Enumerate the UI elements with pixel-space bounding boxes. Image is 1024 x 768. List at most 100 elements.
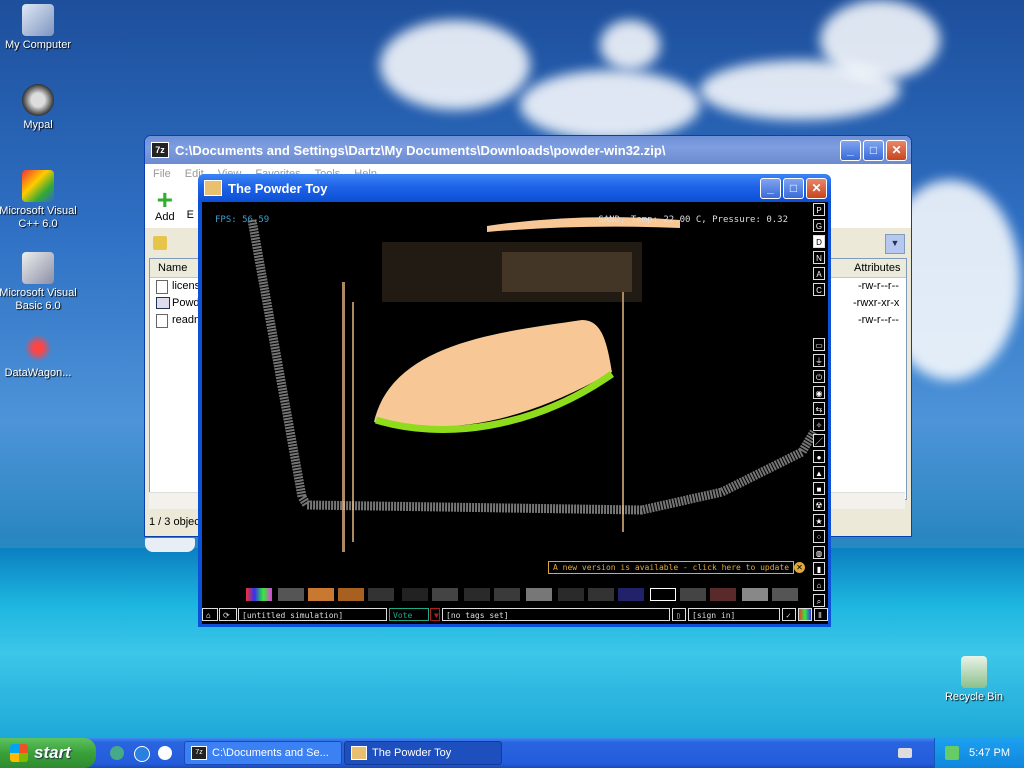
menu-file[interactable]: File bbox=[153, 168, 171, 180]
sevenzip-titlebar[interactable]: 7z C:\Documents and Settings\Dartz\My Do… bbox=[145, 136, 911, 164]
windows-flag-icon bbox=[10, 744, 28, 762]
up-folder-icon[interactable] bbox=[153, 236, 167, 250]
desktop-icon-datawagon[interactable]: DataWagon... bbox=[0, 332, 80, 380]
vote-down-icon[interactable]: ▼ bbox=[430, 608, 440, 621]
side-button-n[interactable]: N bbox=[813, 251, 825, 264]
category-life-icon[interactable]: ◍ bbox=[813, 546, 825, 559]
add-label: Add bbox=[155, 211, 175, 223]
sand-pile bbox=[374, 320, 612, 427]
extract-button-partial[interactable]: E bbox=[187, 209, 194, 221]
tool-swatch[interactable] bbox=[526, 588, 552, 601]
simulation-canvas[interactable]: FPS: 56.59 SAND, Temp: 22.00 C, Pressure… bbox=[202, 202, 828, 624]
reload-icon[interactable]: ⟳ bbox=[219, 608, 237, 621]
desktop-icon-recycle-bin[interactable]: Recycle Bin bbox=[932, 656, 1016, 704]
category-tools-icon[interactable]: ▮ bbox=[813, 562, 825, 575]
close-button[interactable]: ✕ bbox=[806, 177, 827, 199]
desktop-icon-label: DataWagon... bbox=[4, 367, 72, 379]
quicklaunch-icon[interactable] bbox=[110, 746, 124, 760]
minimize-button[interactable]: _ bbox=[760, 177, 781, 199]
tool-swatch[interactable] bbox=[278, 588, 304, 601]
task-label: The Powder Toy bbox=[372, 747, 452, 759]
category-radioactive-icon[interactable]: ☢ bbox=[813, 498, 825, 511]
mypal-icon bbox=[22, 84, 54, 116]
keyboard-icon[interactable] bbox=[898, 748, 912, 758]
side-button-p[interactable]: P bbox=[813, 203, 825, 216]
category-walls-icon[interactable]: ▭ bbox=[813, 338, 825, 351]
powder-toy-titlebar[interactable]: The Powder Toy _ □ ✕ bbox=[198, 174, 831, 202]
tool-swatch[interactable] bbox=[246, 588, 272, 601]
report-icon[interactable]: ▯ bbox=[672, 608, 686, 621]
vote-up-button[interactable]: Vote bbox=[389, 608, 429, 621]
side-button-a[interactable]: A bbox=[813, 267, 825, 280]
taskbar-item-powder-toy[interactable]: The Powder Toy bbox=[344, 741, 502, 765]
tool-swatch[interactable] bbox=[588, 588, 614, 601]
desktop-icon-visual-basic[interactable]: Microsoft Visual Basic 6.0 bbox=[0, 252, 80, 313]
tool-swatch[interactable] bbox=[464, 588, 490, 601]
desktop-icon-label: Microsoft Visual C++ 6.0 bbox=[0, 205, 77, 230]
tool-swatch[interactable] bbox=[432, 588, 458, 601]
category-explosives-icon[interactable]: ✧ bbox=[813, 418, 825, 431]
clock[interactable]: 5:47 PM bbox=[969, 747, 1010, 759]
open-icon[interactable]: ⌂ bbox=[202, 608, 218, 621]
tool-swatch[interactable] bbox=[368, 588, 394, 601]
tool-swatch[interactable] bbox=[402, 588, 428, 601]
address-dropdown[interactable]: ▼ bbox=[885, 234, 905, 254]
update-notice[interactable]: A new version is available - click here … bbox=[548, 561, 795, 574]
tags-field[interactable]: [no tags set] bbox=[442, 608, 670, 621]
minimize-button[interactable]: _ bbox=[840, 139, 861, 161]
category-favorites-icon[interactable]: ⌂ bbox=[813, 578, 825, 591]
tool-swatch[interactable] bbox=[494, 588, 520, 601]
7z-icon: 7z bbox=[191, 746, 207, 760]
category-electronics-icon[interactable]: ⏚ bbox=[813, 354, 825, 367]
category-powders-icon[interactable]: ▲ bbox=[813, 466, 825, 479]
tool-swatch[interactable] bbox=[680, 588, 706, 601]
fps-counter: FPS: 56.59 bbox=[215, 215, 270, 225]
category-liquids-icon[interactable]: ● bbox=[813, 450, 825, 463]
powder-toy-window[interactable]: The Powder Toy _ □ ✕ FPS: 56.59 SAND, Te… bbox=[198, 174, 831, 627]
tool-swatch[interactable] bbox=[710, 588, 736, 601]
maximize-button[interactable]: □ bbox=[863, 139, 884, 161]
desktop-icon-mypal[interactable]: Mypal bbox=[0, 84, 80, 132]
side-button-d[interactable]: D bbox=[813, 235, 825, 248]
desktop-icon-label: Recycle Bin bbox=[944, 691, 1004, 703]
close-button[interactable]: ✕ bbox=[886, 139, 907, 161]
column-attributes[interactable]: Attributes bbox=[854, 262, 900, 274]
tool-swatch[interactable] bbox=[558, 588, 584, 601]
desktop-icon-label: Microsoft Visual Basic 6.0 bbox=[0, 287, 77, 312]
internet-explorer-icon[interactable] bbox=[134, 746, 150, 762]
tool-swatch[interactable] bbox=[338, 588, 364, 601]
visual-basic-icon bbox=[22, 252, 54, 284]
taskbar-item-7zip[interactable]: 7z C:\Documents and Se... bbox=[184, 741, 342, 765]
simulation-name[interactable]: [untitled simulation] bbox=[238, 608, 387, 621]
taskbar: start 7z C:\Documents and Se... The Powd… bbox=[0, 738, 1024, 768]
desktop-icon-visual-cpp[interactable]: Microsoft Visual C++ 6.0 bbox=[0, 170, 80, 231]
side-button-c[interactable]: C bbox=[813, 283, 825, 296]
render-options-icon[interactable] bbox=[798, 608, 812, 621]
category-special-icon[interactable]: ★ bbox=[813, 514, 825, 527]
side-button-g[interactable]: G bbox=[813, 219, 825, 232]
category-particles-icon[interactable]: ⁘ bbox=[813, 530, 825, 543]
pause-icon[interactable]: Ⅱ bbox=[814, 608, 828, 621]
maximize-button[interactable]: □ bbox=[783, 177, 804, 199]
category-force-icon[interactable]: ⇆ bbox=[813, 402, 825, 415]
tool-swatch[interactable] bbox=[308, 588, 334, 601]
category-gases-icon[interactable]: ／ bbox=[813, 434, 825, 447]
media-player-icon[interactable] bbox=[158, 746, 172, 760]
desktop-icon-label: Mypal bbox=[23, 119, 53, 131]
tool-swatch[interactable] bbox=[742, 588, 768, 601]
dismiss-notice-icon[interactable]: ✕ bbox=[794, 562, 805, 573]
add-button[interactable]: + Add bbox=[155, 186, 175, 224]
category-powered-icon[interactable]: ⏻ bbox=[813, 370, 825, 383]
category-sensors-icon[interactable]: ◉ bbox=[813, 386, 825, 399]
tool-swatch[interactable] bbox=[772, 588, 798, 601]
category-solids-icon[interactable]: ■ bbox=[813, 482, 825, 495]
start-button[interactable]: start bbox=[0, 738, 96, 768]
search-icon[interactable]: ⌕ bbox=[813, 594, 825, 607]
network-icon[interactable] bbox=[945, 746, 959, 760]
desktop-icon-my-computer[interactable]: My Computer bbox=[0, 4, 80, 52]
settings-icon[interactable]: ✓ bbox=[782, 608, 796, 621]
column-name[interactable]: Name bbox=[158, 262, 187, 274]
tool-swatch-selected[interactable] bbox=[650, 588, 676, 601]
sign-in-button[interactable]: [sign in] bbox=[688, 608, 780, 621]
tool-swatch[interactable] bbox=[618, 588, 644, 601]
